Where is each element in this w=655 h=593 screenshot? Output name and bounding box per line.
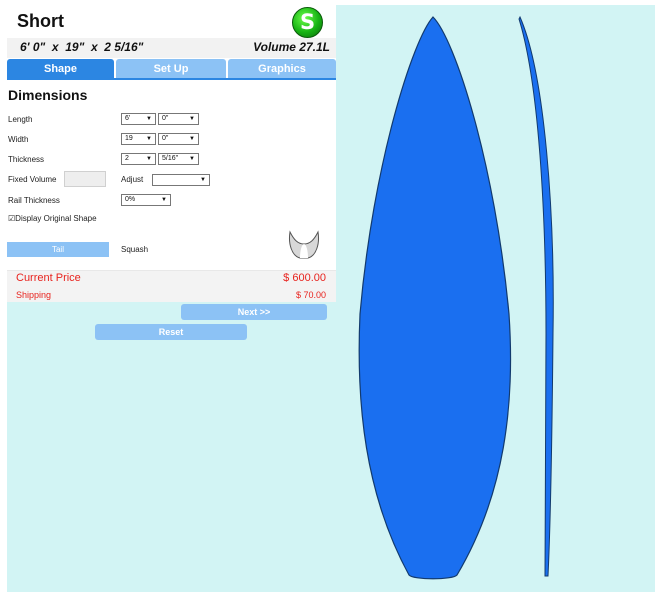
length-feet-select[interactable]: 6' ▼ (121, 113, 156, 125)
length-feet-value: 6' (125, 115, 131, 122)
tab-set-up[interactable]: Set Up (116, 59, 226, 79)
section-title: Dimensions (8, 87, 88, 103)
fixed-volume-input[interactable] (64, 171, 106, 187)
rail-thickness-select[interactable]: 0% ▼ (121, 194, 171, 206)
tab-graphics[interactable]: Graphics (228, 59, 336, 79)
tail-value: Squash (121, 245, 149, 254)
tabs-divider (7, 78, 336, 80)
chevron-down-icon: ▼ (200, 177, 206, 183)
chevron-down-icon: ▼ (161, 197, 167, 203)
rail-thickness-value: 0% (125, 196, 136, 203)
width-fraction-value: 0" (162, 135, 169, 142)
board-title: Short (17, 11, 64, 31)
thickness-inches-select[interactable]: 2 ▼ (121, 153, 156, 165)
width-label: Width (8, 135, 29, 144)
thickness-inches-value: 2 (125, 155, 129, 162)
chevron-down-icon: ▼ (146, 136, 152, 142)
adjust-select[interactable]: ▼ (152, 174, 210, 186)
next-button[interactable]: Next >> (181, 304, 327, 320)
adjust-label: Adjust (121, 175, 144, 184)
length-inches-value: 0" (162, 115, 169, 122)
display-original-shape-checkbox[interactable]: ☑Display Original Shape (8, 214, 97, 223)
board-side-view (518, 15, 554, 577)
shipping-value: $ 70.00 (295, 290, 326, 300)
squash-tail-icon (289, 230, 319, 259)
display-original-shape-label: Display Original Shape (15, 214, 97, 223)
reset-button[interactable]: Reset (95, 324, 247, 340)
tab-shape[interactable]: Shape (7, 59, 114, 79)
thickness-fraction-select[interactable]: 5/16" ▼ (158, 153, 199, 165)
thickness-label: Thickness (8, 155, 45, 164)
logo-icon: S (292, 7, 323, 38)
width-fraction-select[interactable]: 0" ▼ (158, 133, 199, 145)
rail-thickness-label: Rail Thickness (8, 196, 60, 205)
board-top-view (358, 16, 512, 580)
chevron-down-icon: ▼ (189, 136, 195, 142)
length-label: Length (8, 115, 33, 124)
current-price-value: $ 600.00 (283, 272, 326, 284)
shipping-label: Shipping (16, 290, 52, 300)
width-inches-select[interactable]: 19 ▼ (121, 133, 156, 145)
volume-summary: Volume 27.1L (253, 40, 330, 54)
thickness-fraction-value: 5/16" (162, 155, 179, 162)
length-inches-select[interactable]: 0" ▼ (158, 113, 199, 125)
current-price-label: Current Price (16, 272, 81, 284)
dimensions-summary: 6' 0" x 19" x 2 5/16" (20, 40, 144, 54)
width-inches-value: 19 (125, 135, 133, 142)
chevron-down-icon: ▼ (146, 156, 152, 162)
chevron-down-icon: ▼ (189, 116, 195, 122)
fixed-volume-label: Fixed Volume (8, 175, 57, 184)
chevron-down-icon: ▼ (189, 156, 195, 162)
chevron-down-icon: ▼ (146, 116, 152, 122)
tail-button[interactable]: Tail (7, 242, 109, 257)
